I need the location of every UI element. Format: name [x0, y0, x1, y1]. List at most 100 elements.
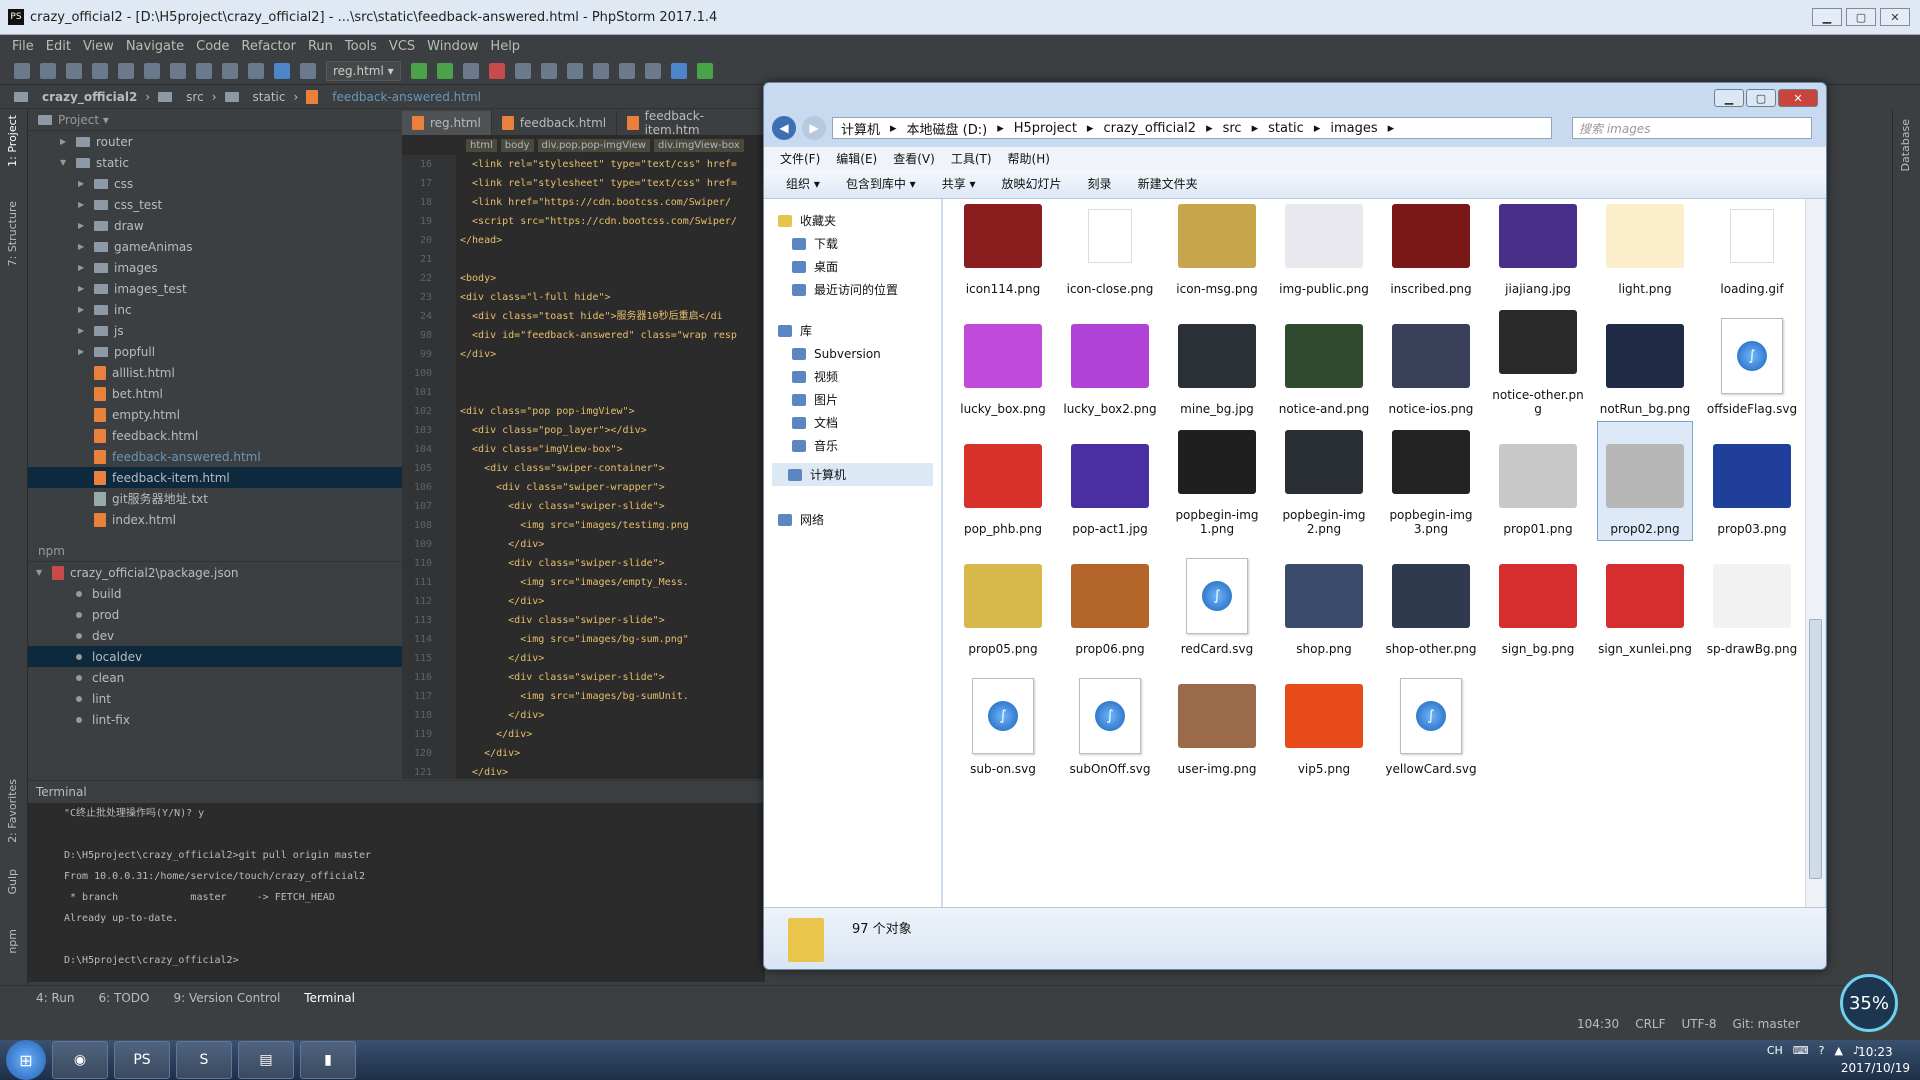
- chevron-right-icon[interactable]: ▶: [78, 242, 88, 251]
- code-line[interactable]: <div class="pop_layer"></div>: [460, 421, 765, 440]
- sync-icon[interactable]: [66, 62, 82, 79]
- tool-window-tab[interactable]: 9: Version Control: [173, 991, 280, 1005]
- file-item[interactable]: popbegin-img1.png: [1169, 421, 1265, 541]
- chevron-right-icon[interactable]: ▶: [60, 137, 70, 146]
- file-item[interactable]: notice-and.png: [1276, 301, 1372, 421]
- file-item[interactable]: pop-act1.jpg: [1062, 421, 1158, 541]
- nav-library-item[interactable]: 图片: [764, 388, 941, 411]
- explorer-maximize-button[interactable]: ▢: [1746, 89, 1776, 107]
- nav-library-item[interactable]: 文档: [764, 411, 941, 434]
- nav-favorite-item[interactable]: 下载: [764, 232, 941, 255]
- chevron-right-icon[interactable]: ▶: [78, 263, 88, 272]
- menu-refactor[interactable]: Refactor: [241, 39, 296, 54]
- help-icon[interactable]: [670, 62, 687, 79]
- code-line[interactable]: <link rel="stylesheet" type="text/css" h…: [460, 155, 765, 174]
- tree-file[interactable]: empty.html: [28, 404, 402, 425]
- file-item[interactable]: prop06.png: [1062, 541, 1158, 661]
- file-item[interactable]: inscribed.png: [1383, 199, 1479, 301]
- code-line[interactable]: </div>: [460, 535, 765, 554]
- code-line[interactable]: <div class="swiper-slide">: [460, 668, 765, 687]
- html-crumb[interactable]: html: [466, 138, 497, 152]
- chevron-right-icon[interactable]: ▸: [1252, 121, 1259, 136]
- clock[interactable]: 10:23 2017/10/19: [1841, 1044, 1910, 1076]
- chrome-taskbar-icon[interactable]: ◉: [52, 1041, 108, 1079]
- address-bar[interactable]: 计算机 ▸ 本地磁盘 (D:) ▸ H5project ▸ crazy_official2 ▸…: [832, 117, 1552, 139]
- npm-script[interactable]: dev: [28, 625, 402, 646]
- database-tool-tab[interactable]: Database: [1899, 119, 1912, 172]
- tree-file[interactable]: feedback-item.html: [28, 467, 402, 488]
- file-item[interactable]: prop02.png: [1597, 421, 1693, 541]
- structure-tool-tab[interactable]: 7: Structure: [6, 201, 19, 266]
- git-branch[interactable]: Git: master: [1732, 1017, 1800, 1031]
- html-crumb[interactable]: div.pop.pop-imgView: [537, 138, 650, 152]
- coverage-icon[interactable]: [462, 62, 479, 79]
- explorer-menu-item[interactable]: 查看(V): [893, 150, 935, 167]
- file-item[interactable]: lucky_box2.png: [1062, 301, 1158, 421]
- explorer-minimize-button[interactable]: ▁: [1714, 89, 1744, 107]
- tree-folder[interactable]: ▶ css: [28, 173, 402, 194]
- crumb-project[interactable]: crazy_official2: [42, 90, 137, 104]
- file-item[interactable]: icon-close.png: [1062, 199, 1158, 301]
- tree-file[interactable]: feedback.html: [28, 425, 402, 446]
- tool-window-tab[interactable]: Terminal: [304, 991, 355, 1005]
- code-line[interactable]: <div class="swiper-slide">: [460, 554, 765, 573]
- explorer-menu-item[interactable]: 文件(F): [780, 150, 820, 167]
- file-item[interactable]: light.png: [1597, 199, 1693, 301]
- file-item[interactable]: prop03.png: [1704, 421, 1800, 541]
- nav-network[interactable]: 网络: [764, 508, 941, 531]
- npm-tool-tab[interactable]: npm: [6, 929, 19, 954]
- file-item[interactable]: prop05.png: [955, 541, 1051, 661]
- npm-script[interactable]: lint-fix: [28, 709, 402, 730]
- tree-folder[interactable]: ▶ images_test: [28, 278, 402, 299]
- menu-code[interactable]: Code: [196, 39, 229, 54]
- file-item[interactable]: icon114.png: [955, 199, 1051, 301]
- file-item[interactable]: ∫ redCard.svg: [1169, 541, 1265, 661]
- menu-vcs[interactable]: VCS: [389, 39, 415, 54]
- address-segment[interactable]: 本地磁盘 (D:): [907, 119, 988, 138]
- keyboard-icon[interactable]: ⌨: [1793, 1044, 1809, 1057]
- menu-tools[interactable]: Tools: [345, 39, 377, 54]
- copy-icon[interactable]: [170, 62, 186, 79]
- html-crumb[interactable]: body: [500, 138, 534, 152]
- code-line[interactable]: <script src="https://cdn.bootcss.com/Swi…: [460, 212, 765, 231]
- forward-arrow-icon[interactable]: ▶: [802, 116, 826, 140]
- minimize-button[interactable]: ▁: [1812, 8, 1842, 26]
- code-line[interactable]: <div id="feedback-answered" class="wrap …: [460, 326, 765, 345]
- chevron-down-icon[interactable]: ▼: [60, 158, 70, 167]
- debug-icon[interactable]: [436, 62, 453, 79]
- redo-icon[interactable]: [118, 62, 134, 79]
- code-line[interactable]: [460, 383, 765, 402]
- file-item[interactable]: img-public.png: [1276, 199, 1372, 301]
- npm-script[interactable]: build: [28, 583, 402, 604]
- code-line[interactable]: <img src="images/testimg.png: [460, 516, 765, 535]
- chevron-right-icon[interactable]: ▸: [1388, 121, 1395, 136]
- nav-favorite-item[interactable]: 桌面: [764, 255, 941, 278]
- file-item[interactable]: jiajiang.jpg: [1490, 199, 1586, 301]
- explorer-menu-item[interactable]: 编辑(E): [836, 150, 877, 167]
- code-line[interactable]: <div class="swiper-wrapper">: [460, 478, 765, 497]
- address-segment[interactable]: src: [1223, 121, 1242, 136]
- phpstorm-taskbar-icon[interactable]: PS: [114, 1041, 170, 1079]
- editor-tab[interactable]: feedback.html: [492, 111, 618, 135]
- file-item[interactable]: notRun_bg.png: [1597, 301, 1693, 421]
- nav-library-item[interactable]: Subversion: [764, 342, 941, 365]
- npm-script[interactable]: lint: [28, 688, 402, 709]
- back-arrow-icon[interactable]: ◀: [772, 116, 796, 140]
- tree-file[interactable]: index.html: [28, 509, 402, 530]
- file-item[interactable]: vip5.png: [1276, 661, 1372, 781]
- chevron-right-icon[interactable]: ▶: [78, 179, 88, 188]
- file-list-scrollbar[interactable]: [1805, 199, 1825, 907]
- tool-window-tab[interactable]: 6: TODO: [99, 991, 150, 1005]
- explorer-close-button[interactable]: ✕: [1778, 89, 1818, 107]
- tree-file[interactable]: git服务器地址.txt: [28, 488, 402, 509]
- npm-script[interactable]: clean: [28, 667, 402, 688]
- code-line[interactable]: </div>: [460, 345, 765, 364]
- tree-folder[interactable]: ▶ gameAnimas: [28, 236, 402, 257]
- tree-file[interactable]: bet.html: [28, 383, 402, 404]
- file-item[interactable]: pop_phb.png: [955, 421, 1051, 541]
- find-icon[interactable]: [222, 62, 238, 79]
- code-line[interactable]: <img src="images/empty_Mess.: [460, 573, 765, 592]
- editor-tab[interactable]: feedback-item.htm: [617, 109, 765, 137]
- code-line[interactable]: [460, 364, 765, 383]
- editor-tab[interactable]: reg.html: [402, 111, 492, 135]
